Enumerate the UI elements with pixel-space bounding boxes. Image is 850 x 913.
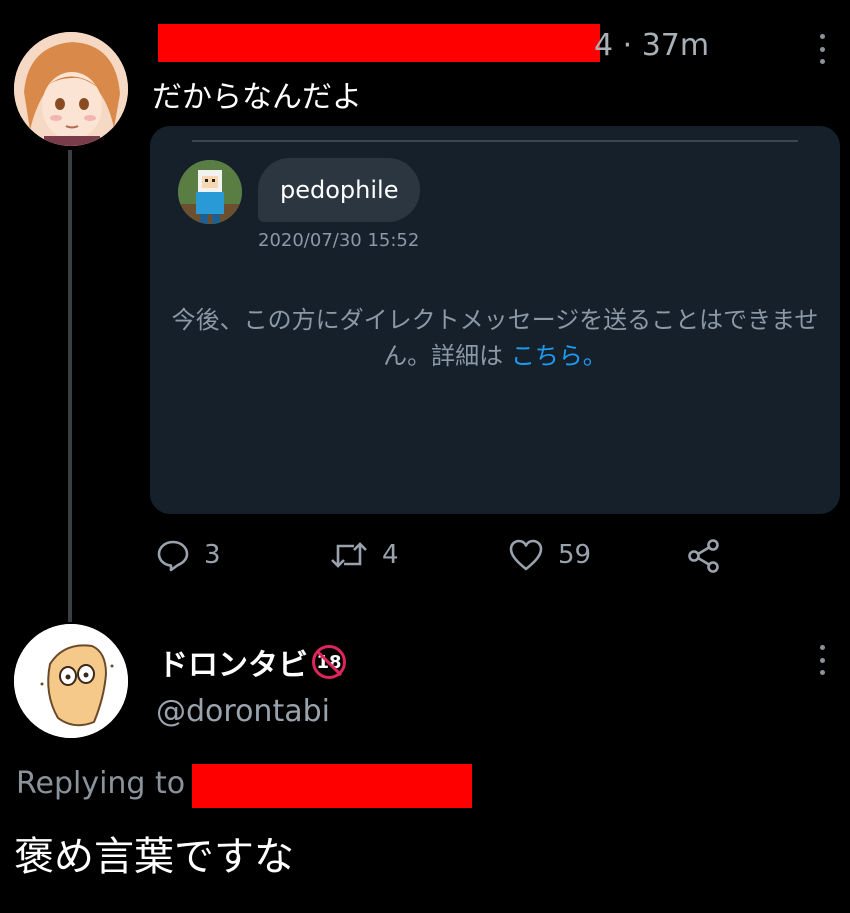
- reply-icon: [157, 540, 189, 572]
- display-name-text: ドロンタビ: [158, 648, 308, 683]
- redacted-reply-target: [192, 764, 472, 808]
- reply-count: 3: [204, 540, 221, 570]
- heart-icon: [509, 539, 543, 571]
- dm-blocked-notice: 今後、この方にダイレクトメッセージを送ることはできません。詳細は こちら。: [160, 302, 830, 374]
- redacted-username: [158, 24, 600, 62]
- share-button[interactable]: [686, 538, 722, 574]
- tweet-time: 4 · 37m: [594, 28, 710, 63]
- anime-girl-avatar-image: [14, 32, 128, 146]
- tweet-text: 褒め言葉ですな: [14, 834, 294, 880]
- embedded-dm-screenshot[interactable]: pedophile 2020/07/30 15:52 今後、この方にダイレクトメ…: [150, 126, 840, 514]
- like-button[interactable]: 59: [508, 538, 591, 572]
- dm-avatar: [178, 160, 242, 224]
- tweet-text: だからなんだよ: [152, 80, 362, 115]
- like-count: 59: [558, 540, 592, 570]
- dm-notice-text: 今後、この方にダイレクトメッセージを送ることはできません。詳細は: [171, 306, 819, 370]
- dm-timestamp: 2020/07/30 15:52: [258, 230, 420, 251]
- share-icon: [688, 539, 719, 573]
- replying-to-label: Replying to: [16, 766, 186, 801]
- retweet-button[interactable]: 4: [330, 538, 399, 572]
- more-options-icon[interactable]: [818, 34, 826, 64]
- cartoon-character-avatar-image: [14, 624, 128, 738]
- user-handle[interactable]: @dorontabi: [156, 694, 330, 729]
- avatar[interactable]: [14, 624, 128, 738]
- retweet-icon: [331, 542, 367, 568]
- thread-line: [68, 150, 72, 622]
- dm-message-bubble: pedophile: [258, 158, 421, 222]
- more-options-icon[interactable]: [818, 645, 826, 675]
- retweet-count: 4: [382, 540, 399, 570]
- age-restriction-icon: 18: [312, 645, 346, 679]
- dm-notice-link[interactable]: こちら。: [511, 342, 607, 370]
- avatar[interactable]: [14, 32, 128, 146]
- display-name[interactable]: ドロンタビ 18: [158, 640, 346, 684]
- pixel-character-avatar-image: [178, 160, 242, 224]
- reply-button[interactable]: 3: [156, 538, 221, 572]
- divider: [192, 140, 798, 142]
